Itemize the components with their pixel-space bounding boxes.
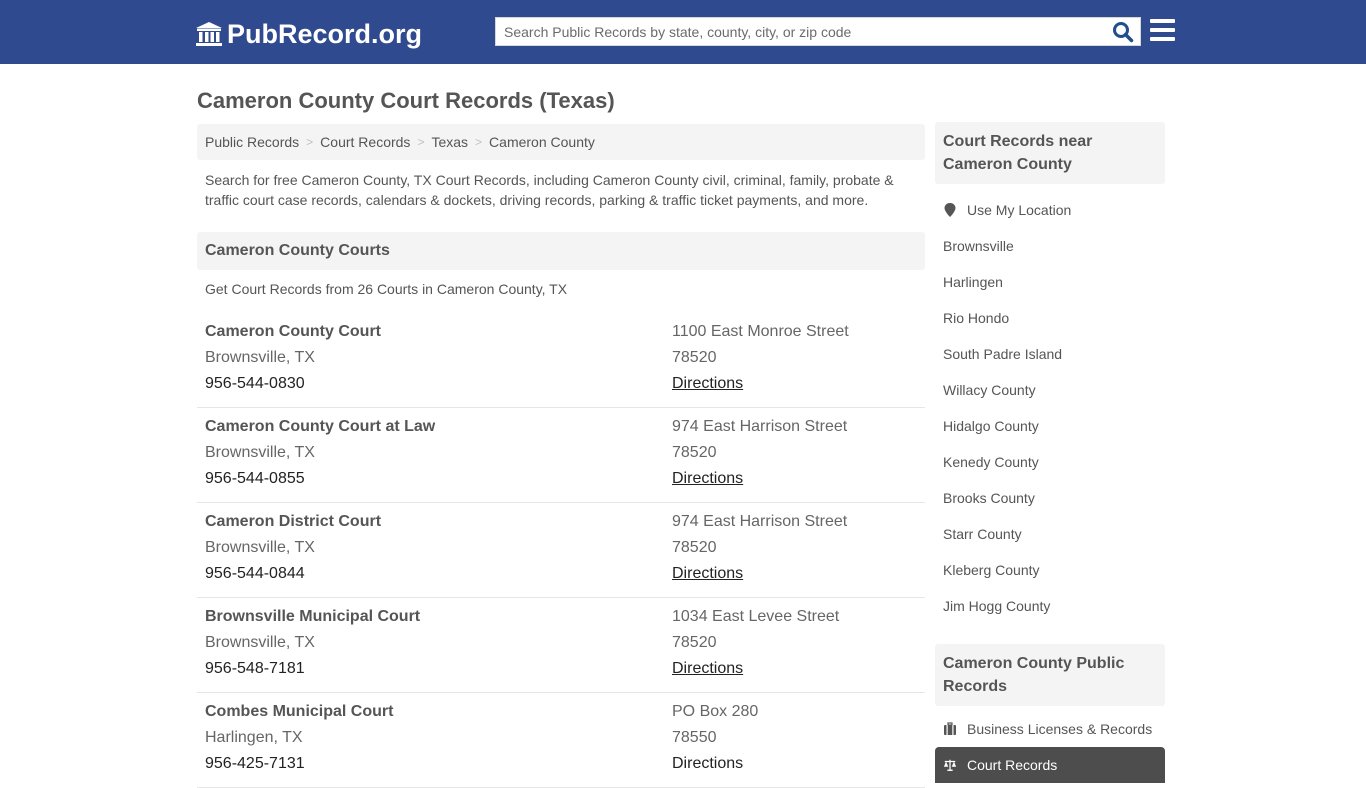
court-zip: 78520 [672, 634, 717, 651]
directions-link[interactable]: Directions [672, 660, 743, 677]
sidebar-item-court-records[interactable]: Court Records [935, 747, 1165, 783]
breadcrumb-separator: > [306, 135, 314, 149]
public-records-heading: Cameron County Public Records [935, 644, 1165, 706]
court-zip: 78520 [672, 539, 717, 556]
directions-link[interactable]: Directions [672, 470, 743, 487]
court-phone[interactable]: 956-544-0830 [205, 371, 381, 397]
court-address: 1100 East Monroe Street [672, 323, 849, 340]
court-zip: 78550 [672, 729, 717, 746]
sidebar-item-label: Business Licenses & Records [967, 721, 1153, 737]
hamburger-menu-icon[interactable] [1150, 19, 1176, 43]
nearby-link-kleberg-county[interactable]: Kleberg County [935, 552, 1165, 588]
court-name: Cameron District Court [205, 513, 382, 530]
search-input[interactable] [496, 18, 1106, 45]
map-marker-icon [944, 203, 956, 217]
court-city: Harlingen, TX [205, 729, 303, 746]
breadcrumb-separator: > [417, 135, 425, 149]
top-navbar: PubRecord.org [0, 0, 1366, 64]
logo-text: PubRecord.org [227, 19, 423, 49]
nearby-link-brooks-county[interactable]: Brooks County [935, 480, 1165, 516]
site-logo[interactable]: PubRecord.org [195, 17, 422, 51]
court-name: Brownsville Municipal Court [205, 608, 421, 625]
search-bar [495, 17, 1141, 46]
scales-icon [943, 759, 957, 771]
court-phone[interactable]: 956-544-0855 [205, 466, 435, 492]
sidebar-item-label: Court Records [967, 757, 1058, 773]
courts-section-heading: Cameron County Courts [197, 232, 925, 270]
nearby-link-starr-county[interactable]: Starr County [935, 516, 1165, 552]
sidebar-item-business-licenses[interactable]: Business Licenses & Records [935, 711, 1165, 747]
breadcrumb-texas[interactable]: Texas [431, 134, 468, 150]
court-item: Brownsville Municipal Court Brownsville,… [197, 598, 925, 693]
court-address: PO Box 280 [672, 703, 759, 720]
court-phone[interactable]: 956-544-0844 [205, 561, 381, 587]
breadcrumb-separator: > [475, 135, 483, 149]
nearby-link-jim-hogg-county[interactable]: Jim Hogg County [935, 588, 1165, 624]
court-name: Cameron County Court at Law [205, 418, 436, 435]
sidebar-public-records: Cameron County Public Records Business L… [935, 644, 1165, 783]
court-item: Cameron County Court Brownsville, TX 956… [197, 313, 925, 408]
breadcrumb: Public Records > Court Records > Texas >… [197, 124, 925, 160]
intro-text: Search for free Cameron County, TX Court… [205, 172, 894, 208]
search-icon[interactable] [1112, 21, 1134, 43]
court-address: 1034 East Levee Street [672, 608, 840, 625]
public-records-list: Business Licenses & Records Court Record… [935, 706, 1165, 783]
court-item: Combes Municipal Court Harlingen, TX 956… [197, 693, 925, 788]
courthouse-icon [196, 22, 222, 46]
nearby-link-kenedy-county[interactable]: Kenedy County [935, 444, 1165, 480]
breadcrumb-public-records[interactable]: Public Records [205, 134, 299, 150]
court-city: Brownsville, TX [205, 634, 315, 651]
court-phone[interactable]: 956-548-7181 [205, 656, 420, 682]
court-city: Brownsville, TX [205, 349, 315, 366]
court-list: Cameron County Court Brownsville, TX 956… [197, 313, 925, 788]
use-my-location-label: Use My Location [967, 202, 1072, 218]
nearby-link-brownsville[interactable]: Brownsville [935, 228, 1165, 264]
directions-link[interactable]: Directions [672, 755, 743, 772]
nearby-link-hidalgo-county[interactable]: Hidalgo County [935, 408, 1165, 444]
court-name: Combes Municipal Court [205, 703, 394, 720]
nearby-link-willacy-county[interactable]: Willacy County [935, 372, 1165, 408]
court-item: Cameron District Court Brownsville, TX 9… [197, 503, 925, 598]
breadcrumb-court-records[interactable]: Court Records [320, 134, 410, 150]
court-item: Cameron County Court at Law Brownsville,… [197, 408, 925, 503]
breadcrumb-cameron-county[interactable]: Cameron County [489, 134, 595, 150]
court-phone[interactable]: 956-425-7131 [205, 751, 393, 777]
nearby-list: Use My Location Brownsville Harlingen Ri… [935, 184, 1165, 624]
directions-link[interactable]: Directions [672, 375, 743, 392]
courts-section-subtitle: Get Court Records from 26 Courts in Came… [205, 281, 568, 297]
nearby-link-rio-hondo[interactable]: Rio Hondo [935, 300, 1165, 336]
court-city: Brownsville, TX [205, 539, 315, 556]
court-zip: 78520 [672, 349, 717, 366]
nearby-heading: Court Records near Cameron County [935, 122, 1165, 184]
nearby-link-harlingen[interactable]: Harlingen [935, 264, 1165, 300]
court-city: Brownsville, TX [205, 444, 315, 461]
court-address: 974 East Harrison Street [672, 513, 848, 530]
sidebar-nearby: Court Records near Cameron County Use My… [935, 122, 1165, 624]
court-zip: 78520 [672, 444, 717, 461]
court-name: Cameron County Court [205, 323, 381, 340]
court-address: 974 East Harrison Street [672, 418, 848, 435]
directions-link[interactable]: Directions [672, 565, 743, 582]
use-my-location-button[interactable]: Use My Location [935, 192, 1165, 228]
page-title: Cameron County Court Records (Texas) [197, 88, 615, 113]
briefcase-icon [944, 722, 956, 735]
nearby-link-south-padre-island[interactable]: South Padre Island [935, 336, 1165, 372]
